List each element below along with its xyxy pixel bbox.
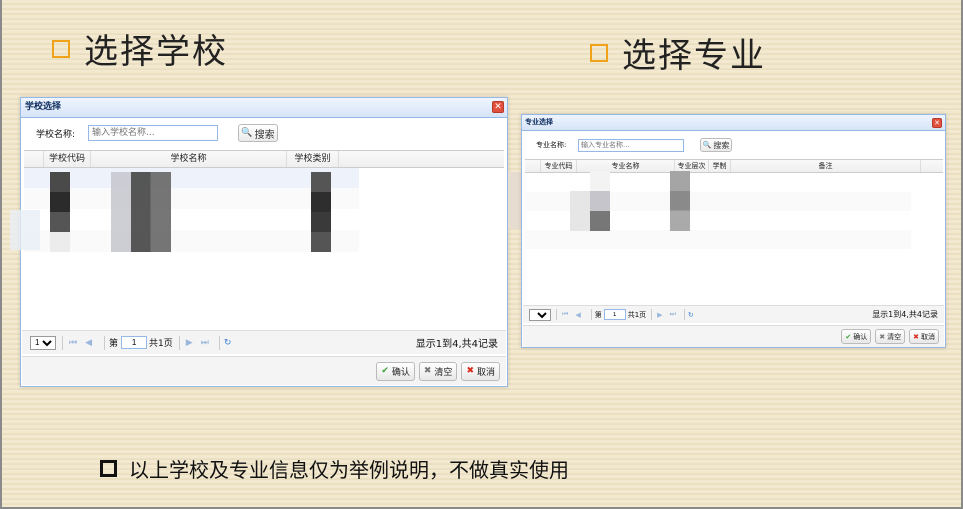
school-select-dialog: 学校选择 ✕ 学校名称: 🔍 搜索 学校代码 学校名称 学校类别 10 ⏮ ◀ … xyxy=(20,97,508,387)
search-label: 学校名称: xyxy=(36,129,76,140)
search-icon: 🔍 xyxy=(702,141,712,149)
square-bullet-icon xyxy=(590,43,608,62)
heading-select-major: 选择专业 xyxy=(590,28,766,77)
column-header[interactable]: 备注 xyxy=(731,160,921,172)
clear-button[interactable]: ✖ 清空 xyxy=(418,361,458,381)
grid-rownum-column xyxy=(24,151,44,167)
dialog-titlebar: 学校选择 ✕ xyxy=(21,98,507,118)
pager: 10 ⏮ ◀ 第 共1页 ▶ ⏭ ↻ 显示1到4,共4记录 xyxy=(22,330,506,354)
dialog-title: 学校选择 xyxy=(25,102,62,112)
major-select-dialog: 专业选择 ✕ 专业名称: 🔍 搜索 专业代码 专业名称 专业层次 学制 备注 1… xyxy=(521,114,946,348)
table-row[interactable] xyxy=(24,168,359,188)
grid-rownum-column xyxy=(525,160,541,172)
redacted-block xyxy=(111,172,171,252)
redacted-block xyxy=(590,171,610,211)
grid-header: 学校代码 学校名称 学校类别 xyxy=(24,150,504,168)
cancel-button[interactable]: ✖ 取消 xyxy=(461,361,500,381)
page-number-input[interactable] xyxy=(121,336,148,349)
square-bullet-icon xyxy=(100,460,117,477)
close-icon[interactable]: ✕ xyxy=(492,101,504,113)
dialog-title: 专业选择 xyxy=(525,118,553,126)
column-header[interactable]: 专业代码 xyxy=(541,160,577,172)
column-header[interactable]: 学制 xyxy=(709,160,731,172)
column-header[interactable]: 学校代码 xyxy=(44,151,91,167)
dialog-titlebar: 专业选择 ✕ xyxy=(522,115,945,131)
pager: 10 ⏮ ◀ 第 共1页 ▶ ⏭ ↻ 显示1到4,共4记录 xyxy=(523,305,944,323)
school-search-input[interactable] xyxy=(88,125,218,141)
redacted-block xyxy=(10,210,40,250)
table-row[interactable] xyxy=(24,209,359,230)
heading-text: 选择学校 xyxy=(84,32,228,72)
search-label: 专业名称: xyxy=(536,141,567,149)
last-page-icon[interactable]: ⏭ xyxy=(201,338,209,348)
pager-info: 显示1到4,共4记录 xyxy=(415,339,498,350)
table-row[interactable] xyxy=(525,173,911,192)
table-row[interactable] xyxy=(525,230,911,249)
cancel-button[interactable]: ✖ 取消 xyxy=(909,329,939,344)
redacted-block xyxy=(50,172,70,252)
column-header[interactable]: 学校类别 xyxy=(287,151,339,167)
redacted-block xyxy=(311,172,331,252)
x-icon: ✖ xyxy=(879,332,886,341)
close-icon[interactable]: ✕ xyxy=(932,118,942,128)
disclaimer-text: 以上学校及专业信息仅为举例说明，不做真实使用 xyxy=(129,458,569,482)
grid-body xyxy=(24,168,359,253)
search-button[interactable]: 🔍 搜索 xyxy=(700,138,732,152)
prev-page-icon[interactable]: ◀ xyxy=(575,311,580,319)
disclaimer-note: 以上学校及专业信息仅为举例说明，不做真实使用 xyxy=(100,454,569,483)
redacted-block xyxy=(670,171,690,231)
page-size-select[interactable]: 10 xyxy=(30,335,56,350)
refresh-icon[interactable]: ↻ xyxy=(224,338,232,348)
column-header[interactable]: 学校名称 xyxy=(91,151,287,167)
confirm-button[interactable]: ✔ 确认 xyxy=(376,361,415,381)
search-icon: 🔍 xyxy=(241,128,253,138)
x-icon: ✖ xyxy=(423,366,432,376)
confirm-button[interactable]: ✔ 确认 xyxy=(841,329,872,344)
clear-button[interactable]: ✖ 清空 xyxy=(875,329,906,344)
search-row: 学校名称: 🔍 搜索 xyxy=(21,123,278,143)
red-x-icon: ✖ xyxy=(466,366,474,376)
grid-header: 专业代码 专业名称 专业层次 学制 备注 xyxy=(525,159,943,173)
page-size-select[interactable]: 10 xyxy=(529,308,551,321)
red-x-icon: ✖ xyxy=(913,332,919,341)
search-button[interactable]: 🔍 搜索 xyxy=(238,124,278,142)
search-row: 专业名称: 🔍 搜索 xyxy=(522,137,732,153)
last-page-icon[interactable]: ⏭ xyxy=(670,310,676,319)
pager-info: 显示1到4,共4记录 xyxy=(872,310,938,319)
slide-border-left xyxy=(0,0,2,509)
square-bullet-icon xyxy=(52,39,70,58)
next-page-icon[interactable]: ▶ xyxy=(657,311,662,319)
refresh-icon[interactable]: ↻ xyxy=(688,311,694,319)
dialog-footer: ✔ 确认 ✖ 清空 ✖ 取消 xyxy=(22,356,506,385)
major-search-input[interactable] xyxy=(578,138,684,152)
check-icon: ✔ xyxy=(845,332,852,341)
check-icon: ✔ xyxy=(381,366,389,376)
prev-page-icon[interactable]: ◀ xyxy=(85,338,92,348)
table-row[interactable] xyxy=(24,230,359,252)
next-page-icon[interactable]: ▶ xyxy=(186,338,193,348)
heading-select-school: 选择学校 xyxy=(52,24,228,73)
heading-text: 选择专业 xyxy=(622,36,766,76)
dialog-footer: ✔ 确认 ✖ 清空 ✖ 取消 xyxy=(523,325,944,347)
page-number-input[interactable] xyxy=(603,309,626,320)
table-row[interactable] xyxy=(24,188,359,209)
first-page-icon[interactable]: ⏮ xyxy=(562,310,568,319)
first-page-icon[interactable]: ⏮ xyxy=(69,338,77,348)
